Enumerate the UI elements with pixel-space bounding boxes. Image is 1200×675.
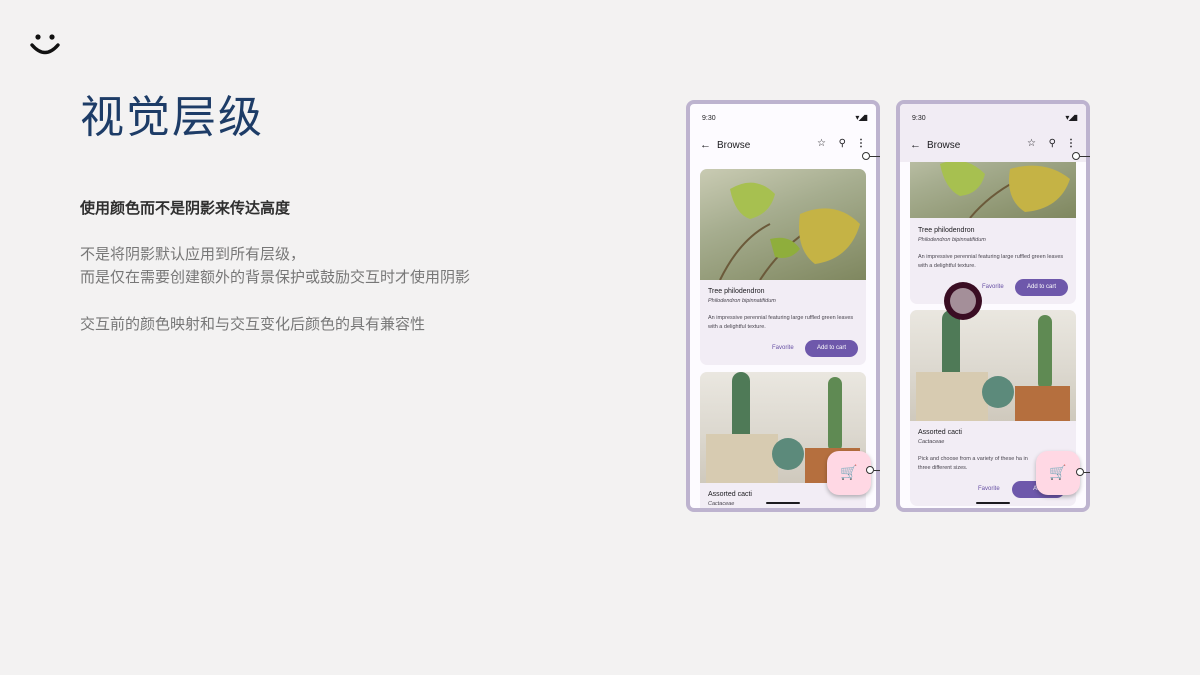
add-to-cart-button[interactable]: Add to cart (1015, 279, 1068, 296)
smiley-logo-icon (30, 34, 60, 55)
card-description: An impressive perennial featuring large … (918, 254, 1064, 269)
card-title: Tree philodendron (918, 227, 975, 234)
top-app-bar: ← Browse ☆ ⚲ ⋮ (690, 132, 876, 162)
back-arrow-icon[interactable]: ← (910, 139, 921, 151)
callout-dot (1072, 152, 1080, 160)
screen-title: Browse (927, 140, 961, 151)
callout-line (1080, 156, 1090, 157)
touch-ripple-indicator (944, 282, 982, 320)
card-subtitle: Cactaceae (708, 501, 735, 507)
star-icon[interactable]: ☆ (1027, 138, 1036, 149)
screen-title: Browse (717, 140, 751, 151)
status-icons: ▾◢▮ (855, 113, 868, 122)
description-paragraph-1: 不是将阴影默认应用到所有层级， 而是仅在需要创建额外的背景保护或鼓励交互时才使用… (80, 243, 470, 289)
status-bar: 9:30 ▾◢▮ (900, 104, 1086, 132)
favorite-button[interactable]: Favorite (978, 486, 1000, 492)
cart-icon: 🛒 (840, 465, 858, 481)
page-title: 视觉层级 (80, 92, 264, 143)
back-arrow-icon[interactable]: ← (700, 139, 711, 151)
product-card[interactable]: Tree philodendron Philodendron bipinnati… (700, 169, 866, 365)
more-vert-icon[interactable]: ⋮ (856, 138, 866, 149)
callout-dot (866, 466, 874, 474)
cart-fab[interactable]: 🛒 (827, 451, 871, 495)
card-subtitle: Cactaceae (918, 439, 945, 445)
home-indicator (976, 502, 1010, 504)
more-vert-icon[interactable]: ⋮ (1066, 138, 1076, 149)
card-subtitle: Philodendron bipinnatifidum (708, 298, 776, 304)
card-description: An impressive perennial featuring large … (708, 315, 854, 330)
cart-fab[interactable]: 🛒 (1036, 451, 1080, 495)
status-icons: ▾◢▮ (1065, 113, 1078, 122)
description-paragraph-2: 交互前的颜色映射和与交互变化后颜色的具有兼容性 (80, 315, 426, 333)
card-description: Pick and choose from a variety of these … (918, 456, 1028, 471)
paragraph-line-1: 不是将阴影默认应用到所有层级， (80, 245, 306, 263)
search-icon[interactable]: ⚲ (1049, 138, 1056, 149)
page-subtitle: 使用颜色而不是阴影来传达高度 (80, 199, 291, 217)
philodendron-image (700, 169, 866, 280)
callout-dot (862, 152, 870, 160)
paragraph-line-2: 而是仅在需要创建额外的背景保护或鼓励交互时才使用阴影 (80, 268, 471, 286)
card-title: Assorted cacti (708, 491, 752, 498)
status-time: 9:30 (912, 115, 926, 122)
card-title: Tree philodendron (708, 288, 765, 295)
product-card[interactable]: Tree philodendron Philodendron bipinnati… (910, 162, 1076, 304)
favorite-button[interactable]: Favorite (982, 284, 1004, 290)
home-indicator (766, 502, 800, 504)
cacti-image (910, 310, 1076, 421)
phone-mockup-scrolled: 9:30 ▾◢▮ ← Browse ☆ ⚲ ⋮ Tree philodendro… (896, 100, 1090, 512)
phone-mockup-resting: 9:30 ▾◢▮ ← Browse ☆ ⚲ ⋮ Tree philodendro… (686, 100, 880, 512)
search-icon[interactable]: ⚲ (839, 138, 846, 149)
star-icon[interactable]: ☆ (817, 138, 826, 149)
callout-line (874, 470, 880, 471)
status-bar: 9:30 ▾◢▮ (690, 104, 876, 132)
top-app-bar-elevated: ← Browse ☆ ⚲ ⋮ (900, 132, 1086, 162)
card-title: Assorted cacti (918, 429, 962, 436)
callout-line (870, 156, 880, 157)
callout-line (1084, 472, 1090, 473)
add-to-cart-button[interactable]: Add to cart (805, 340, 858, 357)
callout-dot (1076, 468, 1084, 476)
philodendron-image (910, 162, 1076, 218)
card-subtitle: Philodendron bipinnatifidum (918, 237, 986, 243)
status-time: 9:30 (702, 115, 716, 122)
favorite-button[interactable]: Favorite (772, 345, 794, 351)
cart-icon: 🛒 (1049, 465, 1067, 481)
